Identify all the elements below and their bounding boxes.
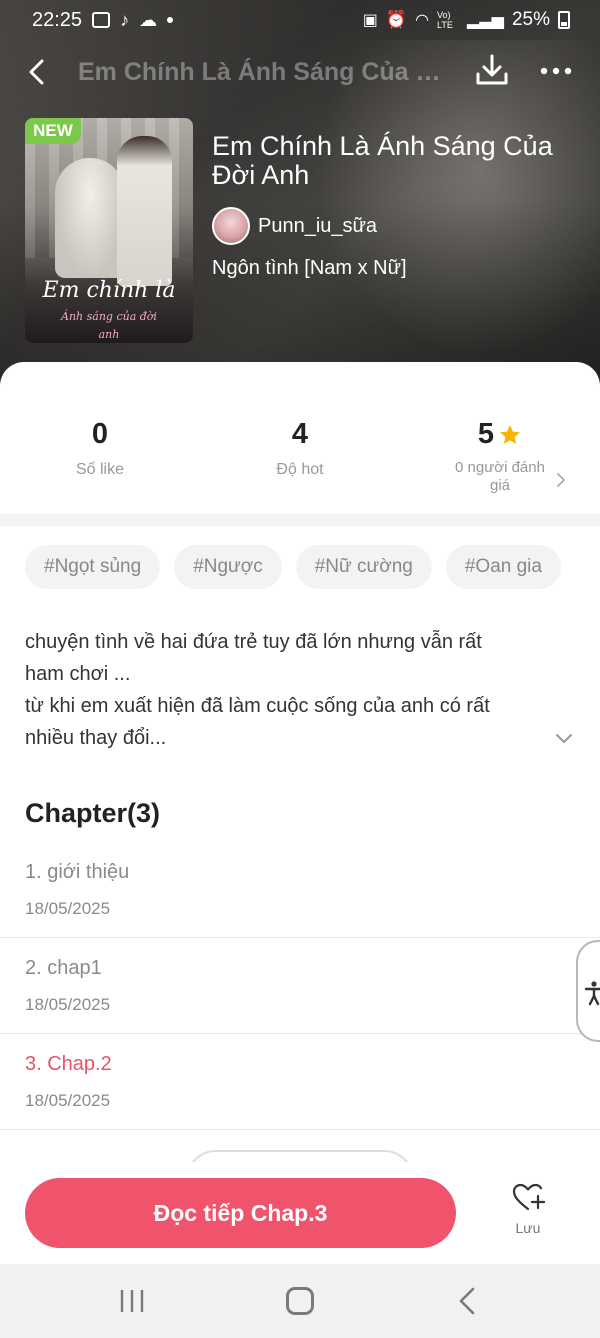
alarm-icon: ⏰ — [385, 10, 408, 29]
cover-title: Em chính là — [42, 278, 176, 303]
chapter-title: 2. chap1 — [25, 957, 102, 979]
cover-subtitle-line2: anh — [98, 328, 120, 341]
stat-rating[interactable]: 5 0 người đánh giá — [400, 418, 600, 495]
chevron-down-icon[interactable] — [553, 727, 575, 749]
hot-value: 4 — [291, 418, 309, 450]
cover-subtitle: Ánh sáng của đời anh — [25, 308, 193, 343]
notification-dot-icon — [167, 17, 174, 23]
bottom-action-bar: Đọc tiếp Chap.3 Lưu — [0, 1162, 600, 1264]
back-arrow-icon — [29, 59, 44, 85]
home-icon[interactable] — [286, 1287, 314, 1315]
cover-figure-bride — [55, 158, 125, 278]
save-button[interactable]: Lưu — [498, 1182, 558, 1248]
save-label: Lưu — [515, 1220, 541, 1236]
system-nav-bar — [0, 1264, 600, 1338]
hot-label: Độ hot — [276, 461, 324, 478]
signal-icon: ▂▃▅ — [467, 12, 504, 29]
gallery-icon — [92, 12, 111, 28]
tag-chip[interactable]: #Ngược — [174, 545, 282, 589]
accessibility-handle[interactable] — [576, 940, 600, 1042]
chevron-right-icon — [557, 473, 565, 487]
stat-hot: 4 Độ hot — [200, 418, 400, 479]
cover-figure-groom — [117, 136, 172, 286]
rating-value: 5 — [477, 418, 495, 450]
more-button[interactable] — [536, 56, 576, 86]
tag-chip[interactable]: #Oan gia — [445, 545, 561, 589]
likes-value: 0 — [91, 418, 109, 450]
book-cover[interactable]: Em chính là Ánh sáng của đời anh — [25, 118, 193, 343]
description-line: từ khi em xuất hiện đã làm cuộc sống của… — [25, 695, 490, 717]
book-description: chuyện tình về hai đứa trẻ tuy đã lớn nh… — [25, 626, 555, 754]
tiktok-icon: ♪ — [120, 9, 130, 30]
battery-percent: 25% — [511, 9, 550, 30]
nav-title: Em Chính Là Ánh Sáng Của Đời Anh — [78, 58, 458, 86]
status-bar: 22:25 ♪ ☁ ▣ ⏰ ◠ Vo) LTE ▂▃▅ 25% — [0, 0, 600, 40]
tag-chip[interactable]: #Ngọt sủng — [25, 545, 161, 589]
chapter-item-current[interactable]: 3. Chap.2 18/05/2025 — [0, 1034, 600, 1130]
tag-chip[interactable]: #Nữ cường — [295, 545, 432, 589]
book-genre: Ngôn tình [Nam x Nữ] — [212, 257, 407, 279]
continue-reading-button[interactable]: Đọc tiếp Chap.3 — [25, 1178, 456, 1248]
chapter-title: 1. giới thiệu — [25, 861, 130, 883]
download-icon — [476, 54, 508, 85]
chapter-heading: Chapter(3) — [25, 798, 161, 828]
author-name: Punn_iu_sữa — [258, 214, 378, 237]
top-nav: Em Chính Là Ánh Sáng Của Đời Anh — [0, 48, 600, 94]
accessibility-icon — [584, 981, 600, 1006]
star-icon — [500, 424, 521, 444]
vibrate-icon: ▣ — [362, 12, 378, 29]
description-line: chuyện tình về hai đứa trẻ tuy đã lớn nh… — [25, 631, 482, 653]
chapter-item[interactable]: 2. chap1 18/05/2025 — [0, 938, 600, 1034]
download-button[interactable] — [474, 52, 510, 88]
recent-apps-icon[interactable] — [118, 1288, 146, 1314]
more-icon — [540, 67, 572, 75]
chapter-date: 18/05/2025 — [25, 1091, 111, 1110]
cloud-icon: ☁ — [139, 9, 158, 30]
back-button[interactable] — [20, 54, 56, 90]
heart-plus-icon — [512, 1183, 545, 1211]
chapter-item[interactable]: 1. giới thiệu 18/05/2025 — [0, 842, 600, 938]
nav-back-icon[interactable] — [455, 1286, 479, 1316]
description-line: nhiều thay đổi... — [25, 727, 167, 749]
new-badge: NEW — [25, 118, 81, 144]
likes-label: Số like — [75, 461, 125, 478]
battery-icon — [558, 11, 570, 29]
status-time: 22:25 — [32, 8, 83, 31]
chapter-list: 1. giới thiệu 18/05/2025 2. chap1 18/05/… — [0, 842, 600, 1130]
chapter-date: 18/05/2025 — [25, 995, 111, 1014]
section-divider — [0, 514, 600, 526]
book-title: Em Chính Là Ánh Sáng Của Đời Anh — [212, 131, 553, 190]
network-label: Vo) LTE — [437, 10, 453, 30]
rating-label: 0 người đánh giá — [455, 459, 545, 494]
author-row[interactable]: Punn_iu_sữa — [212, 207, 377, 245]
stats-row: 0 Số like 4 Độ hot 5 0 người đánh giá — [0, 418, 600, 508]
wifi-icon: ◠ — [415, 12, 430, 29]
chapter-title: 3. Chap.2 — [25, 1053, 112, 1075]
tag-list: #Ngọt sủng #Ngược #Nữ cường #Oan gia — [25, 545, 561, 589]
author-avatar — [212, 207, 250, 245]
chapter-date: 18/05/2025 — [25, 899, 111, 918]
cover-subtitle-line1: Ánh sáng của đời — [61, 310, 157, 323]
description-line: ham chơi ... — [25, 663, 131, 685]
stat-likes: 0 Số like — [0, 418, 200, 479]
